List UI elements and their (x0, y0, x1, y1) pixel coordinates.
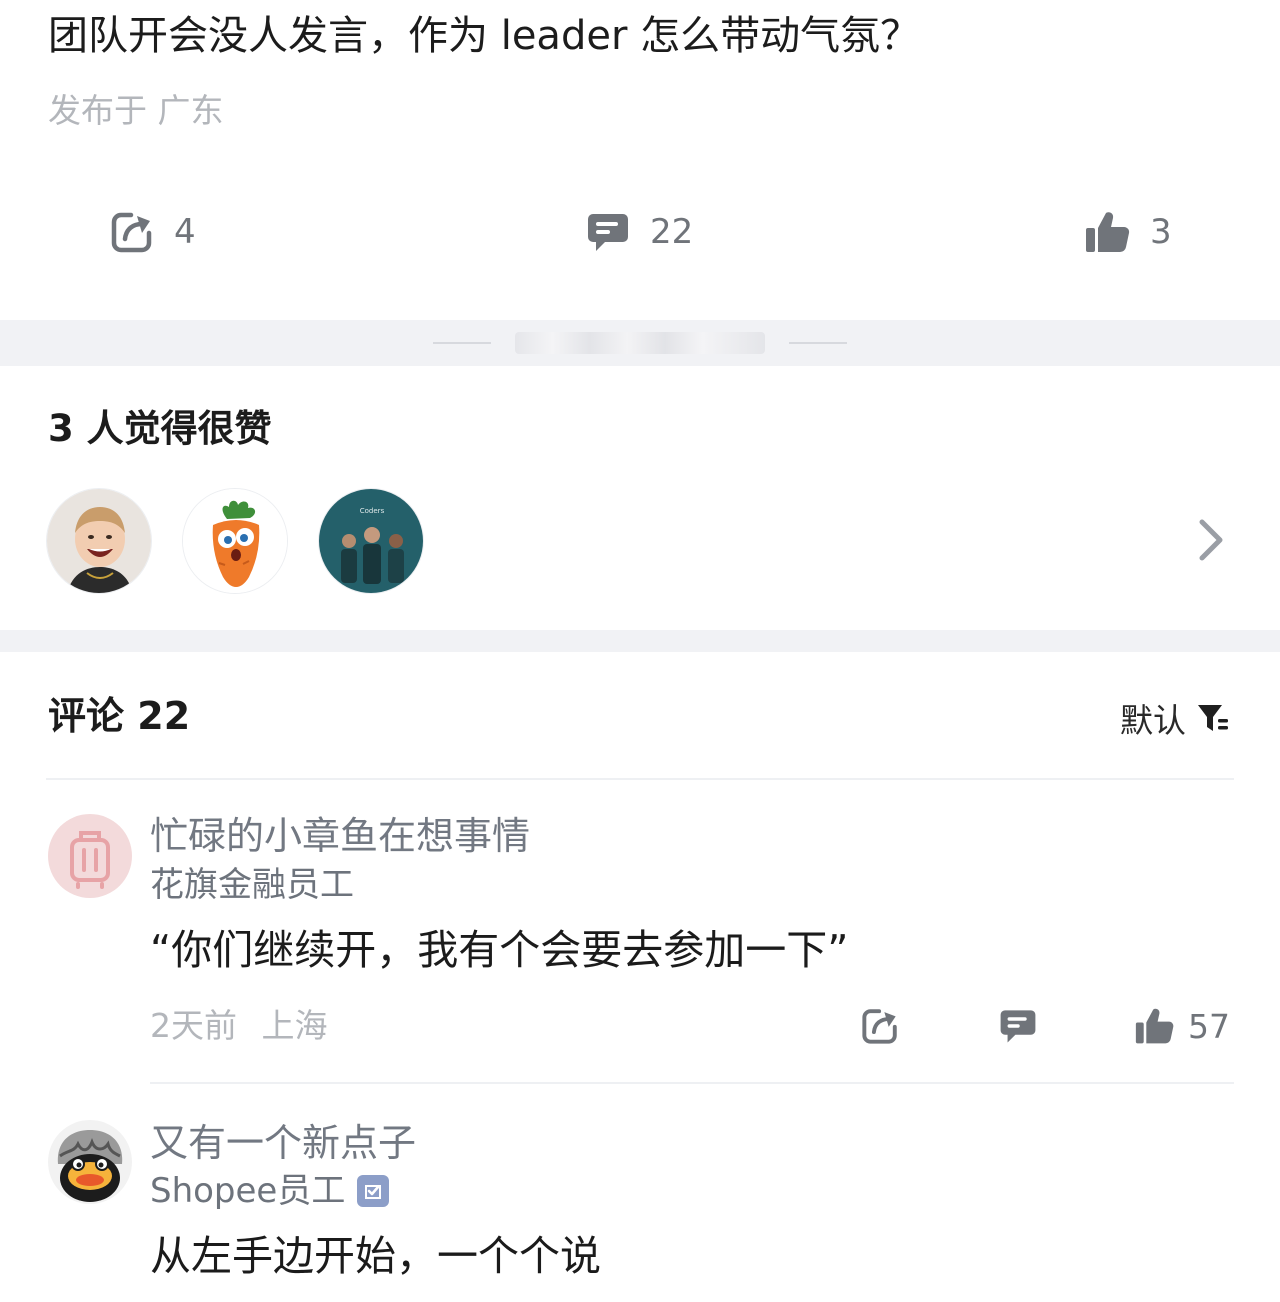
cartoon-duck-avatar-icon (48, 1120, 132, 1204)
commenter-company-label: Shopee员工 (150, 1171, 346, 1211)
comment-item: 又有一个新点子 Shopee员工 从左手边开始，一个个说 (0, 0, 1280, 1302)
commenter-avatar[interactable] (48, 1120, 132, 1204)
comment-body: 从左手边开始，一个个说 (150, 1232, 601, 1280)
verified-badge-icon (357, 1175, 390, 1207)
commenter-company: Shopee员工 (150, 1168, 390, 1214)
commenter-name[interactable]: 又有一个新点子 (150, 1118, 416, 1168)
